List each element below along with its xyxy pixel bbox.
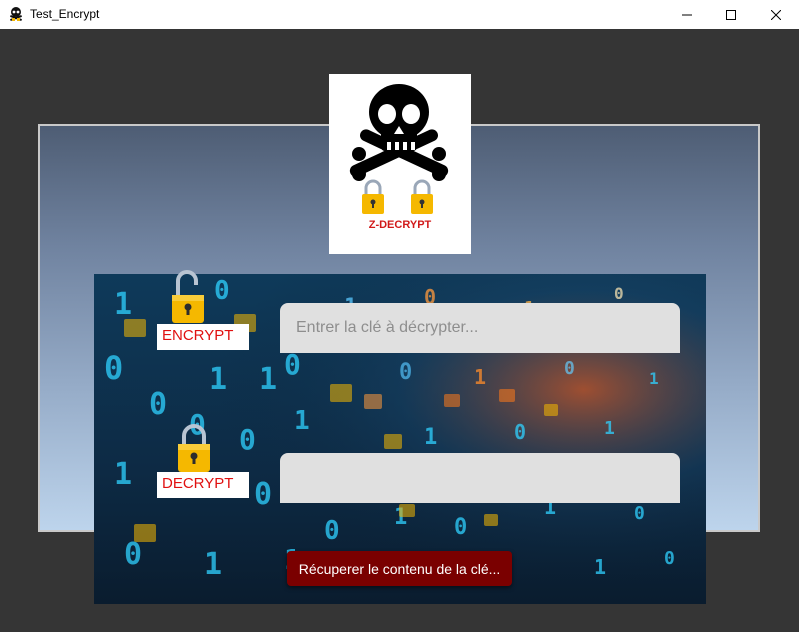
svg-text:1: 1 — [474, 365, 486, 389]
svg-text:1: 1 — [204, 547, 222, 582]
svg-text:0: 0 — [254, 477, 272, 512]
svg-text:1: 1 — [259, 362, 277, 397]
svg-text:0: 0 — [614, 284, 624, 303]
svg-text:0: 0 — [399, 360, 412, 385]
window-title: Test_Encrypt — [30, 7, 100, 21]
svg-text:1: 1 — [604, 418, 615, 439]
svg-text:1: 1 — [209, 362, 227, 397]
svg-text:0: 0 — [634, 503, 645, 524]
close-button[interactable] — [753, 0, 799, 29]
svg-text:0: 0 — [514, 420, 526, 444]
app-logo: Z-DECRYPT — [329, 74, 471, 254]
decrypted-result-field[interactable] — [280, 453, 680, 503]
svg-text:0: 0 — [664, 548, 675, 569]
maximize-button[interactable] — [708, 0, 754, 29]
svg-text:1: 1 — [424, 425, 437, 450]
svg-text:0: 0 — [104, 349, 123, 387]
key-input[interactable] — [280, 303, 680, 353]
title-bar: Test_Encrypt — [0, 0, 799, 30]
maximize-icon — [726, 9, 736, 20]
open-padlock-icon — [172, 270, 204, 323]
decrypt-label: DECRYPT — [157, 472, 249, 498]
svg-text:0: 0 — [239, 423, 256, 456]
close-icon — [771, 9, 781, 20]
svg-text:0: 0 — [214, 276, 230, 306]
svg-text:1: 1 — [114, 287, 132, 322]
svg-text:0: 0 — [149, 387, 167, 422]
minimize-icon — [682, 14, 692, 15]
encrypt-label: ENCRYPT — [157, 324, 249, 350]
svg-text:0: 0 — [454, 515, 467, 540]
svg-text:0: 0 — [564, 358, 575, 379]
recover-content-button[interactable]: Récuperer le contenu de la clé... — [287, 551, 512, 586]
minimize-button[interactable] — [664, 0, 710, 29]
skull-crossbones-icon — [349, 84, 449, 214]
closed-padlock-icon — [178, 424, 210, 472]
svg-text:1: 1 — [114, 457, 132, 492]
svg-text:1: 1 — [594, 555, 606, 579]
svg-text:0: 0 — [324, 516, 340, 546]
svg-text:1: 1 — [294, 406, 310, 436]
logo-text: Z-DECRYPT — [368, 219, 432, 231]
skull-app-icon — [10, 7, 22, 21]
svg-text:0: 0 — [124, 537, 142, 572]
svg-text:1: 1 — [649, 369, 659, 388]
